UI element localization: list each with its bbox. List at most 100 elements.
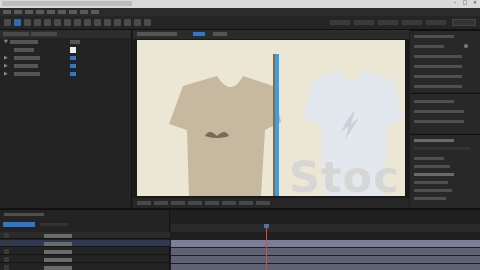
tab-project[interactable] [3, 32, 29, 36]
exposure-value[interactable] [256, 201, 270, 205]
timeline-tab[interactable] [4, 213, 44, 216]
search-help-input[interactable] [452, 19, 476, 26]
menu-item[interactable] [36, 10, 44, 14]
eye-icon[interactable] [4, 249, 9, 254]
menu-item[interactable] [25, 10, 33, 14]
menu-item[interactable] [58, 10, 66, 14]
effects-search-input[interactable] [414, 147, 470, 150]
tab-effect-controls[interactable] [31, 32, 57, 36]
playhead-line[interactable] [266, 224, 267, 270]
layer-bar[interactable] [171, 264, 480, 270]
effect-property [0, 46, 131, 54]
roto-brush-tool-icon[interactable] [134, 19, 141, 26]
timeline-layer-list [0, 210, 170, 270]
eye-icon[interactable] [4, 265, 9, 270]
effects-folder[interactable] [414, 181, 448, 184]
tab-layer[interactable] [213, 32, 227, 36]
resolution-select[interactable] [188, 201, 202, 205]
selection-tool-icon[interactable] [14, 19, 21, 26]
stroke-row[interactable] [414, 75, 462, 78]
eye-icon[interactable] [4, 233, 9, 238]
character-panel [410, 30, 480, 92]
minimize-icon[interactable]: – [452, 1, 458, 6]
effect-property: ▶ [0, 54, 131, 62]
expand-triangle-icon[interactable]: ▶ [4, 55, 8, 61]
effects-folder[interactable] [414, 165, 450, 168]
eye-icon[interactable] [4, 241, 9, 246]
menu-item[interactable] [91, 10, 99, 14]
composition-canvas[interactable]: Stoc [137, 40, 405, 196]
effect-controls-panel: ▼ ▶ ▶ ▶ [0, 30, 132, 208]
snapshot-icon[interactable] [171, 201, 185, 205]
menu-item[interactable] [3, 10, 11, 14]
workspace-learn[interactable] [354, 20, 374, 25]
workspace-default[interactable] [330, 20, 350, 25]
timeline-search-input[interactable] [40, 223, 68, 226]
time-ruler[interactable] [171, 224, 480, 232]
layer-bar[interactable] [171, 248, 480, 255]
clone-stamp-tool-icon[interactable] [114, 19, 121, 26]
tab-composition[interactable] [137, 32, 177, 36]
effects-item-selected[interactable] [414, 173, 454, 176]
eye-icon[interactable] [4, 257, 9, 262]
property-value[interactable] [70, 64, 76, 68]
indent-row[interactable] [414, 110, 464, 113]
effect-group: ▼ [0, 38, 131, 46]
camera-tool-icon[interactable] [54, 19, 61, 26]
grid-icon[interactable] [222, 201, 236, 205]
pen-tool-icon[interactable] [84, 19, 91, 26]
property-value[interactable] [70, 56, 76, 60]
effects-folder[interactable] [414, 197, 446, 200]
effects-folder[interactable] [414, 189, 452, 192]
viewer-tabs [133, 30, 409, 39]
layer-bar[interactable] [171, 240, 480, 247]
layer-row[interactable] [0, 264, 170, 270]
layer-row[interactable] [0, 256, 170, 263]
menu-item[interactable] [47, 10, 55, 14]
timecode-display[interactable] [154, 201, 168, 205]
eraser-tool-icon[interactable] [124, 19, 131, 26]
shape-tool-icon[interactable] [74, 19, 81, 26]
guide-edge [273, 54, 275, 196]
scale-row[interactable] [414, 85, 462, 88]
layer-row[interactable] [0, 248, 170, 255]
color-swatch[interactable] [70, 47, 76, 53]
channel-icon[interactable] [239, 201, 253, 205]
pan-behind-tool-icon[interactable] [64, 19, 71, 26]
maximize-icon[interactable]: □ [462, 1, 468, 6]
font-size-row[interactable] [414, 55, 462, 58]
guide-line[interactable] [275, 54, 279, 196]
effect-reset[interactable] [70, 40, 80, 44]
rotate-tool-icon[interactable] [44, 19, 51, 26]
font-select[interactable] [414, 35, 454, 38]
menu-item[interactable] [80, 10, 88, 14]
layer-row[interactable] [0, 240, 170, 247]
expand-triangle-icon[interactable]: ▶ [4, 71, 8, 77]
region-icon[interactable] [205, 201, 219, 205]
timeline-timecode[interactable] [3, 222, 35, 227]
close-icon[interactable]: × [472, 1, 478, 6]
workspace-menu[interactable] [426, 20, 446, 25]
tab-composition-name[interactable] [193, 32, 205, 36]
spacing-row[interactable] [414, 120, 464, 123]
workspace-small-screen[interactable] [402, 20, 422, 25]
layer-bar[interactable] [171, 256, 480, 263]
zoom-tool-icon[interactable] [34, 19, 41, 26]
home-icon[interactable] [4, 19, 11, 26]
zoom-select[interactable] [137, 201, 151, 205]
menu-item[interactable] [69, 10, 77, 14]
type-tool-icon[interactable] [94, 19, 101, 26]
hand-tool-icon[interactable] [24, 19, 31, 26]
puppet-tool-icon[interactable] [144, 19, 151, 26]
expand-triangle-icon[interactable]: ▶ [4, 63, 8, 69]
tracking-row[interactable] [414, 65, 462, 68]
menu-item[interactable] [14, 10, 22, 14]
workspace-standard[interactable] [378, 20, 398, 25]
effects-folder[interactable] [414, 157, 444, 160]
property-value[interactable] [70, 72, 76, 76]
font-style-select[interactable] [414, 45, 444, 48]
eyedropper-icon[interactable] [464, 44, 468, 48]
expand-triangle-icon[interactable]: ▼ [4, 39, 8, 45]
brush-tool-icon[interactable] [104, 19, 111, 26]
align-buttons[interactable] [414, 100, 454, 103]
